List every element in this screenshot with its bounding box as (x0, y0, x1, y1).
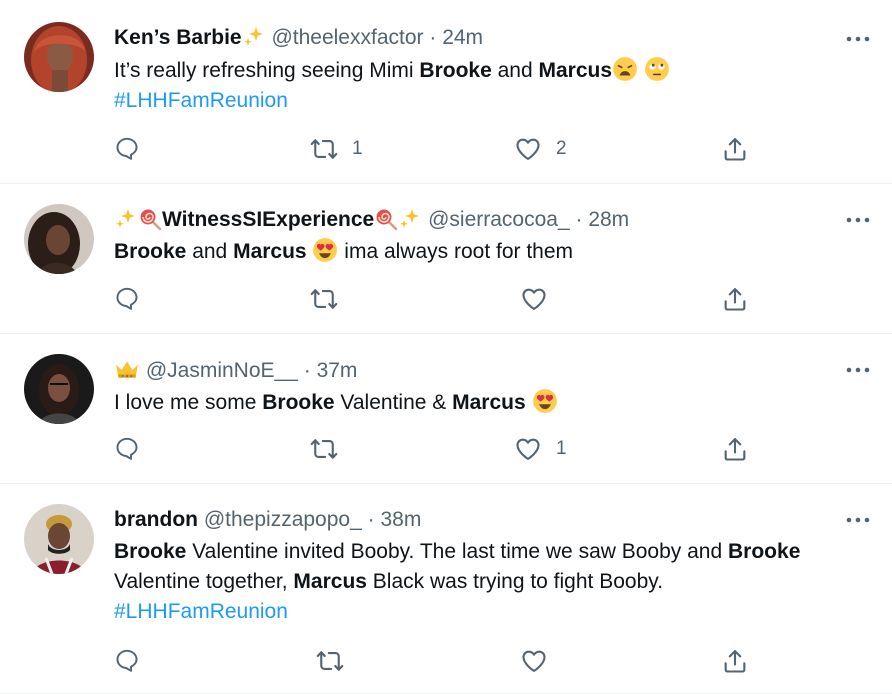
reply-button[interactable] (114, 285, 140, 311)
like-button[interactable] (520, 647, 562, 675)
tweet-header: WitnessSIExperience @sierracocoa_ · 28m (114, 206, 852, 234)
tweet-header: brandon @thepizzapopo_ · 38m (114, 506, 852, 534)
weary-face-icon (612, 56, 638, 82)
retweet-icon (310, 435, 338, 463)
tweet-feed: Ken’s Barbie @theelexxfactor · 24m It’s … (0, 0, 892, 694)
like-count: 2 (556, 138, 567, 159)
share-button[interactable] (721, 135, 749, 163)
display-name[interactable]: Ken’s Barbie (114, 26, 242, 49)
tweet-actions (114, 647, 892, 677)
more-options-button[interactable] (846, 212, 870, 222)
lollipop-icon (138, 207, 162, 231)
tweet-text: Brooke Valentine invited Booby. The last… (114, 540, 801, 593)
like-icon (514, 435, 542, 463)
hashtag-link[interactable]: #LHHFamReunion (114, 597, 852, 627)
more-icon (846, 34, 870, 44)
retweet-button[interactable] (316, 647, 358, 675)
hashtag-link[interactable]: #LHHFamReunion (114, 86, 852, 116)
tweet-text: I love me some Brooke Valentine & Marcus (114, 388, 852, 418)
tweet-header: Ken’s Barbie @theelexxfactor · 24m (114, 24, 852, 52)
crown-icon (114, 356, 140, 382)
lollipop-icon (374, 207, 398, 231)
more-options-button[interactable] (846, 362, 870, 372)
heart-eyes-icon (532, 388, 558, 414)
user-handle[interactable]: @theelexxfactor (271, 26, 423, 49)
share-icon (721, 435, 749, 463)
rolling-eyes-icon (644, 56, 670, 82)
timestamp[interactable]: 24m (442, 26, 483, 49)
like-button[interactable]: 1 (514, 435, 567, 463)
display-name[interactable]: brandon (114, 508, 198, 531)
retweet-icon (310, 285, 338, 313)
avatar[interactable] (24, 22, 94, 92)
reply-button[interactable] (114, 135, 140, 161)
like-button[interactable]: 2 (514, 135, 567, 163)
more-icon (846, 515, 870, 525)
sparkles-icon (398, 207, 422, 231)
share-button[interactable] (721, 647, 749, 675)
avatar[interactable] (24, 354, 94, 424)
like-count: 1 (556, 438, 567, 459)
reply-icon (114, 285, 140, 311)
like-icon (520, 647, 548, 675)
tweet-actions: 1 2 (114, 135, 892, 165)
tweet[interactable]: @JasminNoE__ · 37m I love me some Brooke… (0, 334, 892, 484)
like-button[interactable] (520, 285, 562, 313)
share-icon (721, 135, 749, 163)
avatar[interactable] (24, 504, 94, 574)
retweet-button[interactable] (310, 285, 352, 313)
reply-icon (114, 647, 140, 673)
sparkles-icon (242, 25, 266, 49)
user-handle[interactable]: @sierracocoa_ (428, 208, 570, 231)
tweet[interactable]: brandon @thepizzapopo_ · 38m Brooke Vale… (0, 484, 892, 694)
retweet-icon (316, 647, 344, 675)
tweet[interactable]: Ken’s Barbie @theelexxfactor · 24m It’s … (0, 0, 892, 184)
separator-dot: · (367, 508, 375, 531)
separator-dot: · (429, 26, 437, 49)
timestamp[interactable]: 37m (317, 359, 358, 382)
tweet-text: It’s really refreshing seeing Mimi Brook… (114, 56, 852, 86)
separator-dot: · (575, 208, 583, 231)
share-icon (721, 647, 749, 675)
retweet-button[interactable]: 1 (310, 135, 363, 163)
reply-button[interactable] (114, 647, 140, 673)
retweet-icon (310, 135, 338, 163)
share-button[interactable] (721, 435, 749, 463)
retweet-button[interactable] (310, 435, 352, 463)
retweet-count: 1 (352, 138, 363, 159)
tweet-actions: 1 (114, 435, 892, 465)
user-handle[interactable]: @JasminNoE__ (146, 359, 298, 382)
like-icon (514, 135, 542, 163)
more-icon (846, 365, 870, 375)
more-options-button[interactable] (846, 512, 870, 522)
reply-icon (114, 435, 140, 461)
display-name[interactable]: WitnessSIExperience (162, 208, 374, 231)
timestamp[interactable]: 28m (588, 208, 629, 231)
tweet[interactable]: WitnessSIExperience @sierracocoa_ · 28m … (0, 184, 892, 334)
reply-button[interactable] (114, 435, 140, 461)
user-handle[interactable]: @thepizzapopo_ (204, 508, 362, 531)
heart-eyes-icon (312, 237, 338, 263)
avatar[interactable] (24, 204, 94, 274)
tweet-actions (114, 285, 892, 315)
tweet-text: Brooke and Marcus ima always root for th… (114, 237, 852, 267)
more-icon (846, 215, 870, 225)
separator-dot: · (303, 359, 311, 382)
more-options-button[interactable] (846, 31, 870, 41)
timestamp[interactable]: 38m (380, 508, 421, 531)
share-button[interactable] (721, 285, 749, 313)
sparkles-icon (114, 207, 138, 231)
like-icon (520, 285, 548, 313)
tweet-header: @JasminNoE__ · 37m (114, 356, 852, 385)
share-icon (721, 285, 749, 313)
reply-icon (114, 135, 140, 161)
